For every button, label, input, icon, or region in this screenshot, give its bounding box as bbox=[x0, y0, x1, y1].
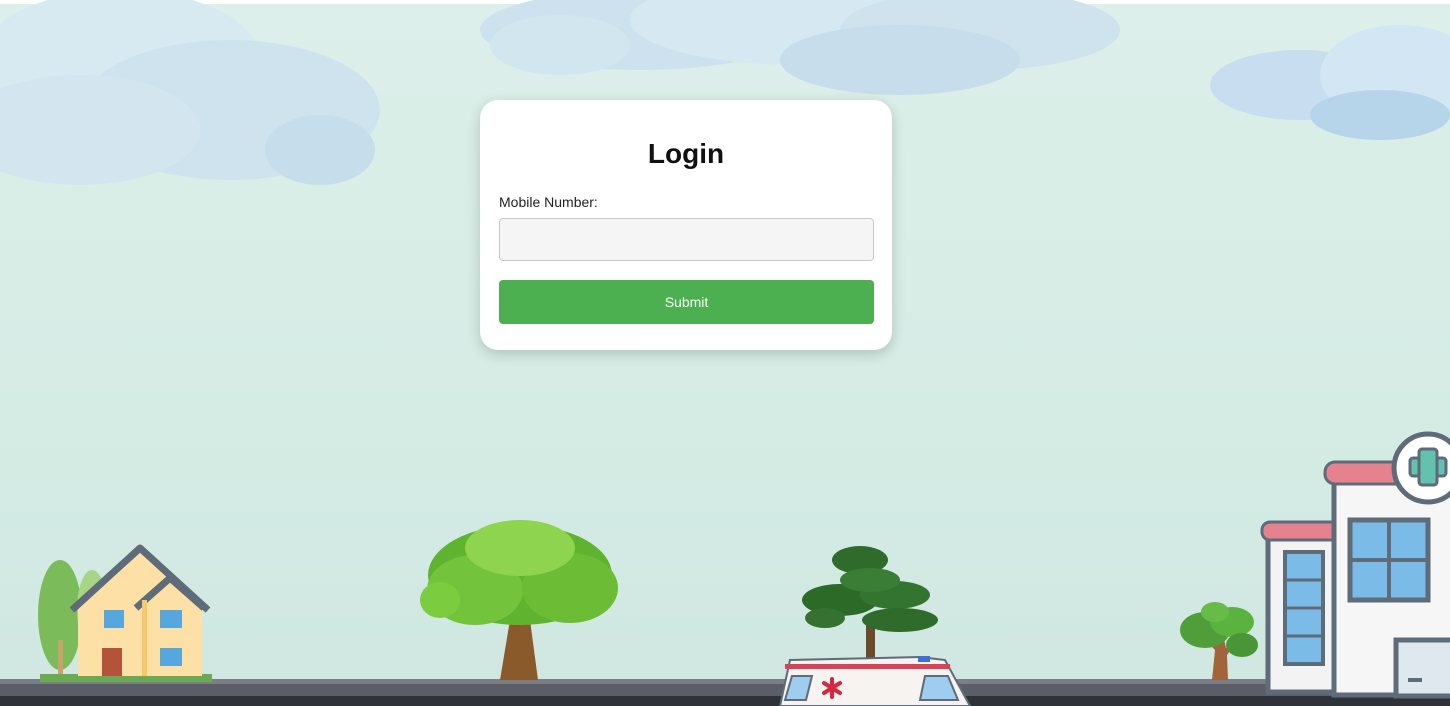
small-tree-right bbox=[1180, 602, 1258, 680]
mobile-number-label: Mobile Number: bbox=[499, 194, 598, 210]
mobile-number-input[interactable] bbox=[499, 218, 874, 261]
login-title: Login bbox=[647, 138, 725, 169]
cloud-top-center bbox=[480, 0, 1120, 95]
big-tree bbox=[420, 520, 618, 680]
hospital bbox=[1260, 431, 1450, 699]
login-card: Login Mobile Number: Submit bbox=[480, 100, 892, 350]
submit-button[interactable]: Submit bbox=[499, 280, 874, 324]
cloud-left bbox=[0, 0, 380, 185]
ambulance bbox=[778, 655, 972, 706]
cloud-right bbox=[1210, 25, 1450, 140]
